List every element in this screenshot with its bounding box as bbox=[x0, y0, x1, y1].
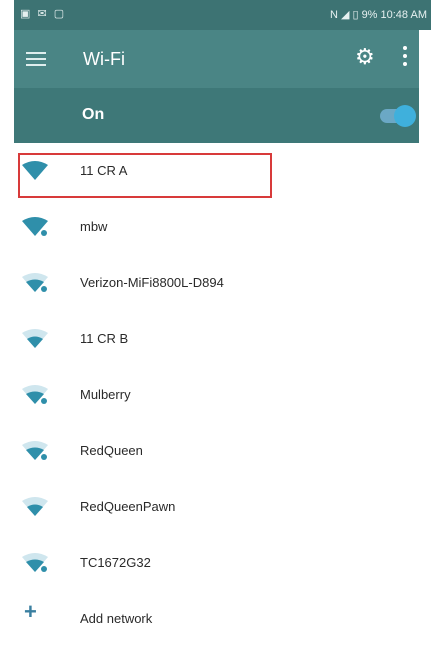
network-name: 11 CR B bbox=[80, 331, 129, 346]
more-options-icon[interactable] bbox=[403, 46, 407, 70]
wifi-locked-icon bbox=[22, 385, 48, 404]
network-name: RedQueen bbox=[80, 443, 143, 458]
wifi-locked-icon bbox=[22, 441, 48, 460]
network-item[interactable]: RedQueen bbox=[0, 423, 431, 479]
gear-icon[interactable]: ⚙ bbox=[355, 45, 375, 69]
network-item[interactable]: mbw bbox=[0, 199, 431, 255]
wifi-medium-icon bbox=[22, 329, 48, 348]
network-name: mbw bbox=[80, 219, 108, 234]
network-item[interactable]: RedQueenPawn bbox=[0, 479, 431, 535]
toggle-thumb[interactable] bbox=[394, 105, 416, 127]
app-bar: Wi-Fi ⚙ bbox=[14, 30, 419, 88]
network-item[interactable]: 11 CR B bbox=[0, 311, 431, 367]
selection-highlight bbox=[18, 153, 272, 198]
status-right: N ◢ ▯ 9% 10:48 AM bbox=[329, 9, 427, 21]
network-item[interactable]: Mulberry bbox=[0, 367, 431, 423]
menu-icon[interactable] bbox=[26, 52, 46, 66]
toggle-label: On bbox=[82, 106, 105, 123]
wifi-locked-icon bbox=[22, 553, 48, 572]
network-name: Verizon-MiFi8800L-D894 bbox=[80, 275, 224, 290]
wifi-medium-icon bbox=[22, 497, 48, 516]
add-network-button[interactable]: + Add network bbox=[0, 591, 431, 647]
network-name: Mulberry bbox=[80, 387, 131, 402]
status-icons: ▣ ✉ ▢ bbox=[20, 8, 67, 20]
network-item[interactable]: TC1672G32 bbox=[0, 535, 431, 591]
wifi-locked-icon bbox=[22, 273, 48, 292]
status-bar: ▣ ✉ ▢ N ◢ ▯ 9% 10:48 AM bbox=[14, 0, 431, 30]
add-network-label: Add network bbox=[80, 611, 153, 626]
plus-icon: + bbox=[24, 599, 37, 624]
page-title: Wi-Fi bbox=[83, 49, 125, 69]
wifi-toggle-bar[interactable]: On bbox=[14, 88, 419, 143]
network-name: RedQueenPawn bbox=[80, 499, 176, 514]
network-name: TC1672G32 bbox=[80, 555, 151, 570]
wifi-strong-icon bbox=[22, 217, 48, 236]
network-item[interactable]: Verizon-MiFi8800L-D894 bbox=[0, 255, 431, 311]
